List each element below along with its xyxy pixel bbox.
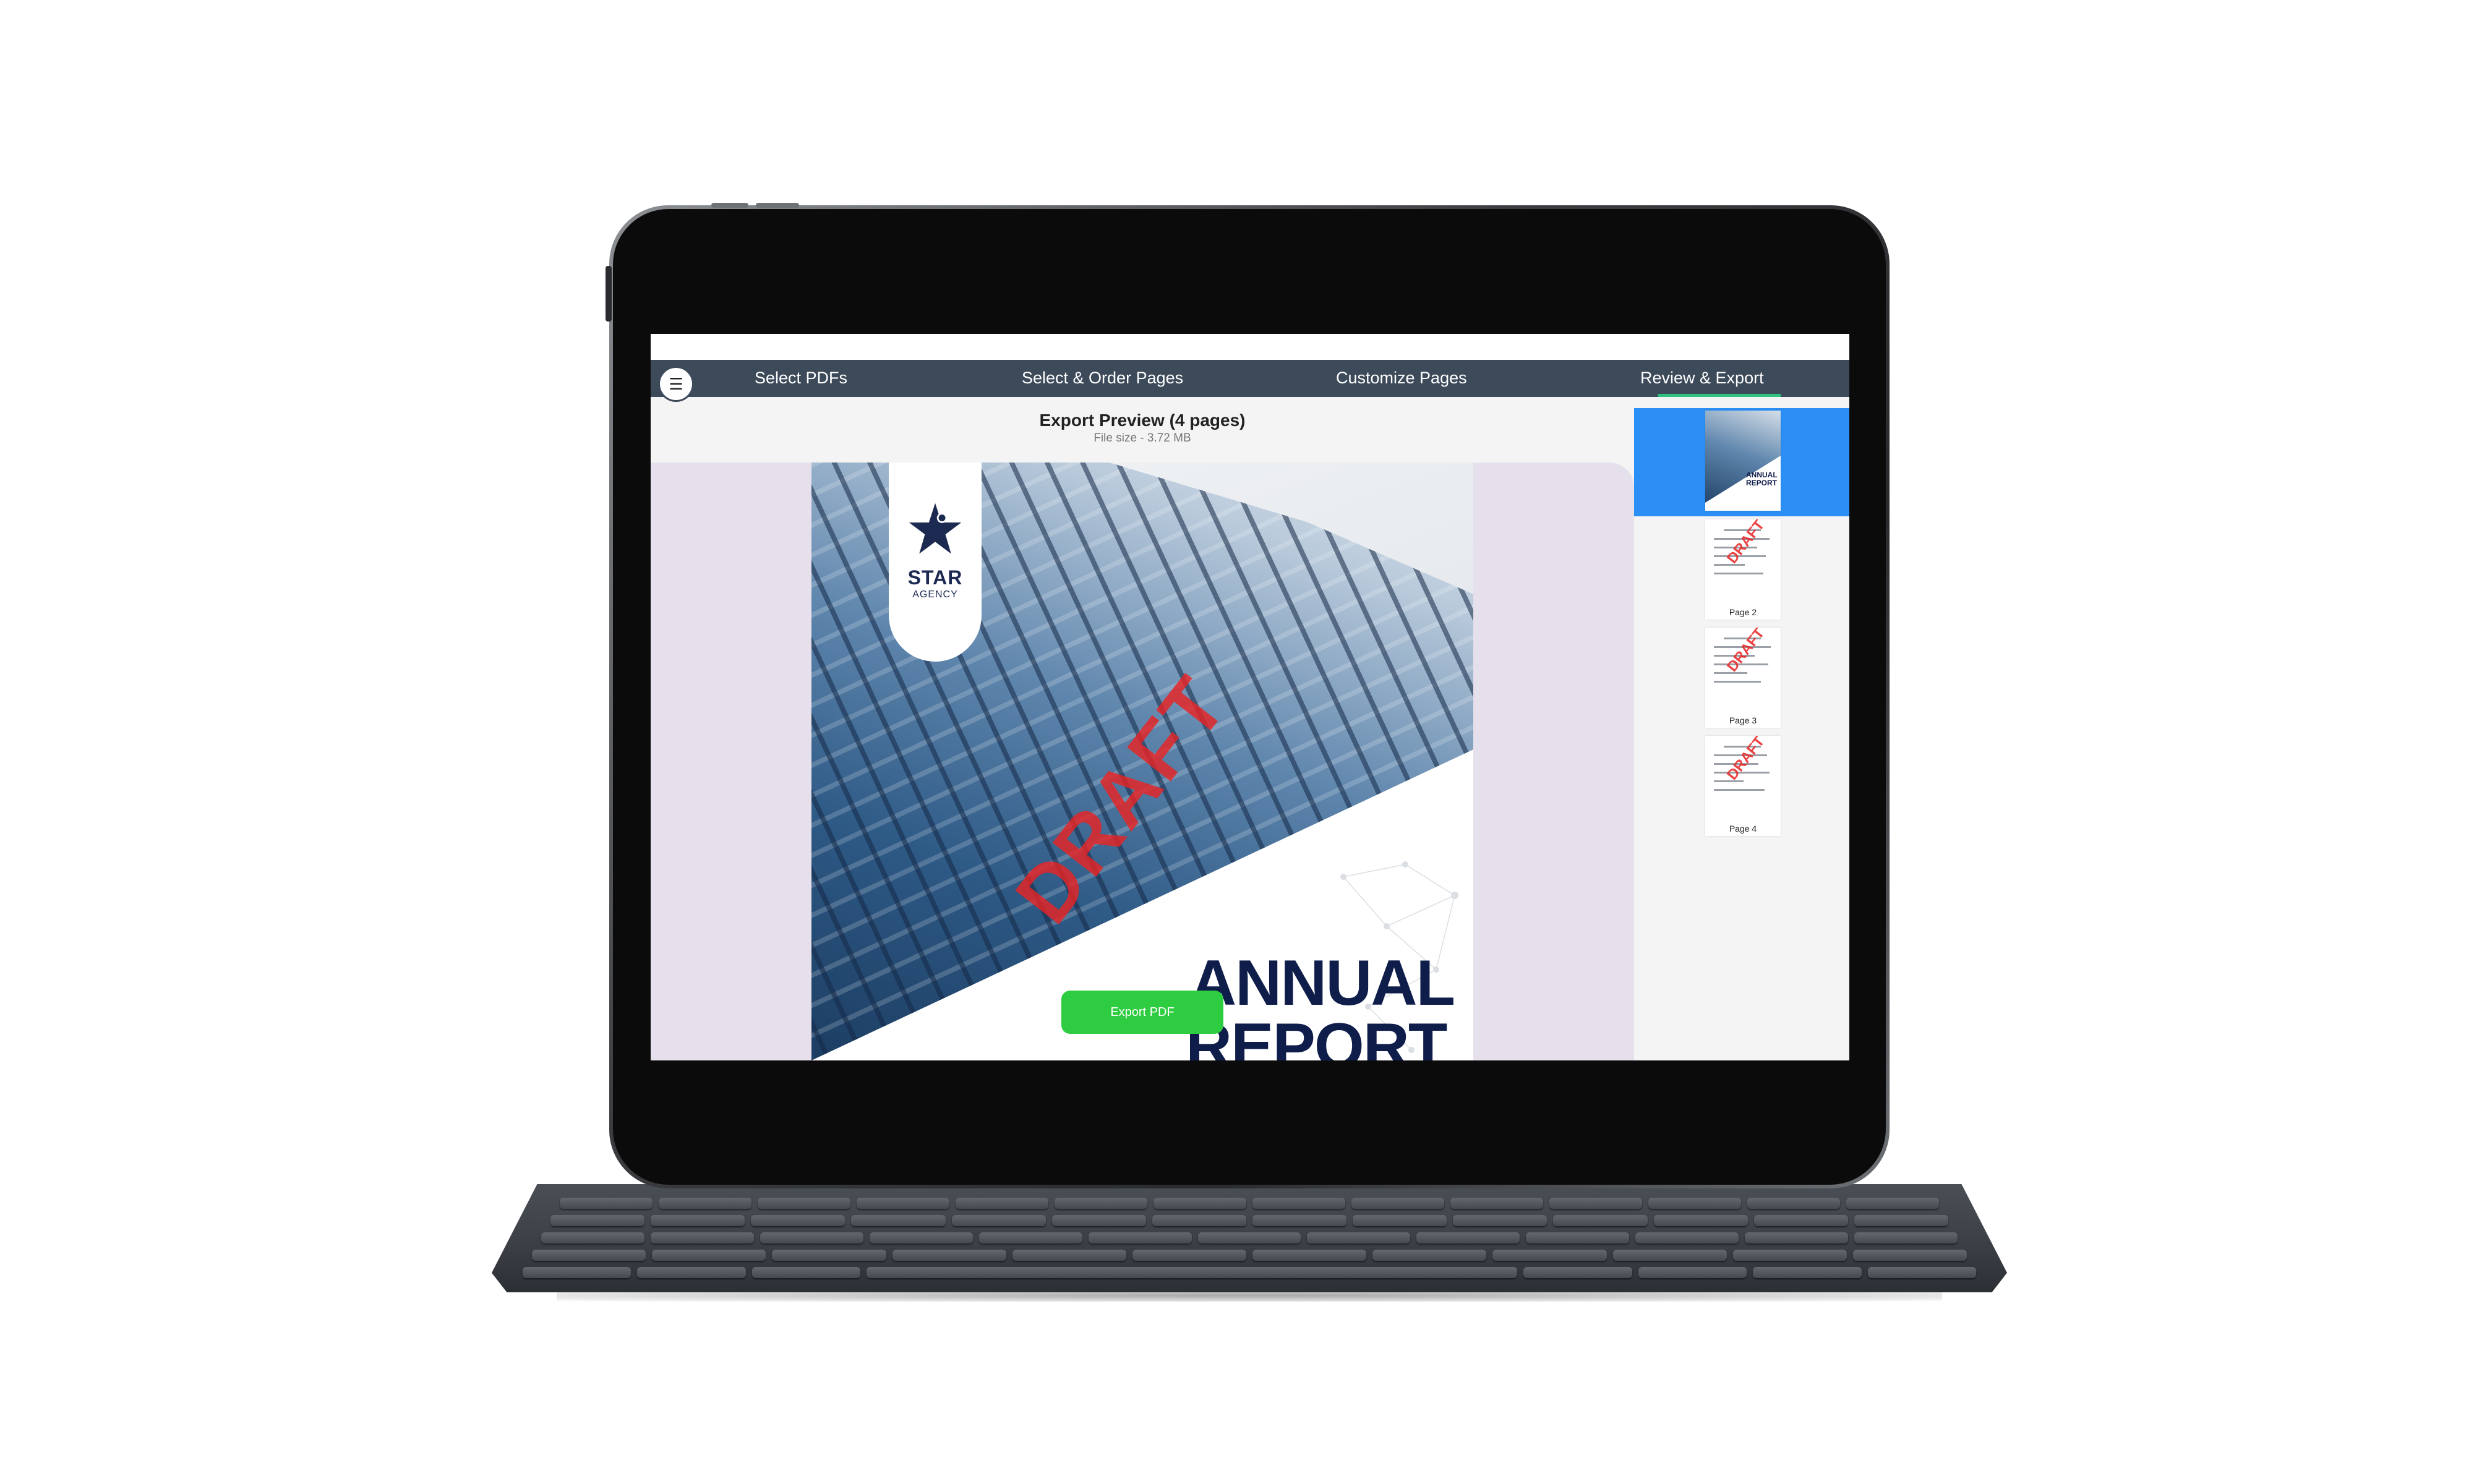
thumbnail-page-4[interactable]: DRAFT Page 4 [1705, 736, 1781, 836]
key-row [560, 1198, 1939, 1209]
thumbnail-title-line2: REPORT [1746, 478, 1778, 487]
thumbnail-text-line [1714, 789, 1765, 791]
tab-select-pdfs[interactable]: Select PDFs [755, 369, 847, 388]
preview-title: Export Preview (4 pages) [1039, 411, 1246, 430]
thumbnail-draft-watermark: DRAFT [1724, 736, 1768, 783]
power-button [711, 203, 748, 208]
menu-button[interactable]: ☰ [658, 366, 694, 402]
thumbnail-text-line [1714, 681, 1761, 683]
tab-customize-pages[interactable]: Customize Pages [1336, 369, 1467, 388]
cover-title-line2: REPORT [1186, 1010, 1447, 1060]
export-pdf-button[interactable]: Export PDF [1061, 991, 1223, 1034]
volume-button [756, 203, 799, 208]
thumbnail-label: Page 2 [1729, 607, 1757, 617]
tab-select-order-pages[interactable]: Select & Order Pages [1022, 369, 1183, 388]
star-icon [909, 503, 962, 554]
thumbnail-page-1[interactable]: ANNUAL REPORT [1705, 411, 1781, 511]
key-row [523, 1267, 1977, 1278]
thumbnail-cover-title: ANNUAL REPORT [1746, 471, 1778, 487]
thumbnail-text-line [1714, 672, 1747, 674]
key-row [541, 1232, 1958, 1243]
thumbnail-label: Page 3 [1729, 715, 1757, 725]
key-row [550, 1215, 1948, 1226]
thumbnail-draft-watermark: DRAFT [1724, 628, 1768, 675]
key-row [532, 1250, 1967, 1261]
app-screen: ☰ Select PDFs Select & Order Pages Custo… [651, 334, 1849, 1060]
tab-review-export[interactable]: Review & Export [1640, 369, 1764, 388]
side-button [606, 266, 612, 322]
thumbnail-label: Page 4 [1729, 824, 1757, 834]
thumbnail-page-2[interactable]: DRAFT Page 2 [1705, 519, 1781, 620]
logo-text-star: STAR [907, 566, 963, 589]
logo-text-agency: AGENCY [912, 589, 958, 600]
cover-title-line1: ANNUAL [1190, 947, 1455, 1019]
hamburger-menu-icon: ☰ [669, 374, 683, 393]
thumbnail-text-line [1714, 573, 1763, 574]
page-preview[interactable]: STAR AGENCY ANNUAL REPORT DRAFT [811, 463, 1473, 1060]
thumbnail-cover-photo [1705, 411, 1781, 503]
keyboard [492, 1184, 2007, 1292]
thumbnail-text-line [1714, 564, 1745, 566]
thumbnail-page-3[interactable]: DRAFT Page 3 [1705, 628, 1781, 728]
thumbnail-draft-watermark: DRAFT [1724, 519, 1768, 567]
file-size-label: File size - 3.72 MB [1094, 432, 1191, 445]
star-agency-logo: STAR AGENCY [889, 463, 982, 662]
